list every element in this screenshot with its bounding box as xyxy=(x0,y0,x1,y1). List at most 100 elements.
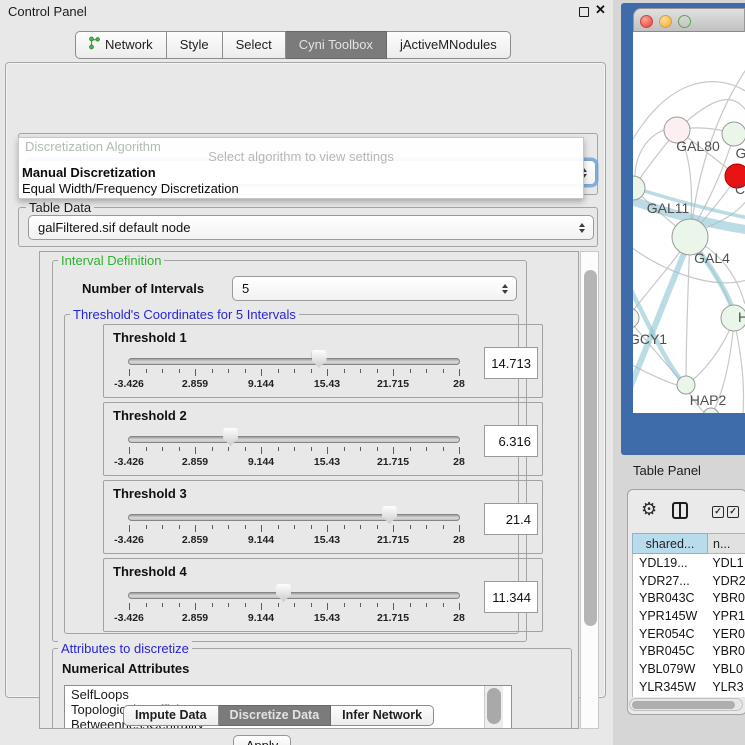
tab-cyni-toolbox[interactable]: Cyni Toolbox xyxy=(286,31,387,59)
network-edge xyxy=(734,320,744,413)
table-panel-title: Table Panel xyxy=(633,463,701,478)
zoom-traffic-icon[interactable] xyxy=(678,15,691,28)
algorithm-option-equal-width-frequency-discretization[interactable]: Equal Width/Frequency Discretization xyxy=(22,181,239,196)
number-of-intervals-combobox[interactable]: 5 xyxy=(232,276,517,301)
threshold-3-panel: Threshold 3 -3.4262.8599.14415.4321.71528… xyxy=(103,480,543,554)
tab-impute-data[interactable]: Impute Data xyxy=(123,705,219,726)
threshold-2-value[interactable]: 6.316 xyxy=(484,425,538,457)
threshold-1-value[interactable]: 14.713 xyxy=(484,347,538,379)
cell-name: YBR0 xyxy=(708,589,745,607)
network-node[interactable] xyxy=(722,122,745,146)
tab-select[interactable]: Select xyxy=(223,31,286,59)
minimize-traffic-icon[interactable] xyxy=(659,15,672,28)
network-window-titlebar[interactable] xyxy=(633,8,745,32)
column-header-shared[interactable]: shared... xyxy=(632,533,708,554)
table-row[interactable]: YIL052CYIL0 xyxy=(633,696,745,698)
combo-arrows-icon xyxy=(579,223,585,233)
threshold-4-slider[interactable] xyxy=(128,592,460,599)
node-label-c: C xyxy=(735,181,745,197)
tick-label: 28 xyxy=(453,378,465,390)
attributes-group-title: Attributes to discretize xyxy=(58,641,192,656)
network-node-gal11[interactable] xyxy=(633,176,645,200)
tab-style[interactable]: Style xyxy=(167,31,223,59)
slider-ticks: -3.4262.8599.14415.4321.71528 xyxy=(129,603,459,625)
tab-discretize-data[interactable]: Discretize Data xyxy=(219,705,332,726)
table-data-combobox[interactable]: galFiltered.sif default node xyxy=(28,215,594,240)
algorithm-dropdown-popup: Discretization Algorithm Select algorith… xyxy=(18,137,584,199)
tick-label: 15.43 xyxy=(314,378,340,390)
cell-name: YPR1 xyxy=(708,607,745,625)
cell-shared-name: YBL079W xyxy=(633,660,708,678)
cell-name: YBL0 xyxy=(708,660,745,678)
threshold-3-slider[interactable] xyxy=(128,514,460,521)
threshold-4-thumb[interactable] xyxy=(276,584,291,602)
tick-label: 28 xyxy=(453,612,465,624)
column-layout-icon[interactable] xyxy=(672,502,688,519)
slider-ticks: -3.4262.8599.14415.4321.71528 xyxy=(129,525,459,547)
threshold-4-value[interactable]: 11.344 xyxy=(484,581,538,613)
tick-label: 28 xyxy=(453,534,465,546)
slider-ticks: -3.4262.8599.14415.4321.71528 xyxy=(129,447,459,469)
apply-button[interactable]: Apply xyxy=(233,735,291,745)
table-hscrollbar[interactable] xyxy=(629,698,743,711)
network-canvas[interactable]: GAL80GAL11GAL4GCY1HAP2GHC xyxy=(633,32,745,413)
tab-infer-network[interactable]: Infer Network xyxy=(331,705,434,726)
settings-scrollbar[interactable] xyxy=(580,251,599,729)
checkbox-icon[interactable]: ✓ xyxy=(712,506,724,518)
float-window-icon[interactable] xyxy=(579,7,589,17)
checkbox-icon[interactable]: ✓ xyxy=(727,506,739,518)
threshold-2-thumb[interactable] xyxy=(223,428,238,446)
gear-icon[interactable]: ⚙ xyxy=(641,499,657,520)
algorithm-option-manual-discretization[interactable]: Manual Discretization xyxy=(22,165,156,180)
table-row[interactable]: YDL19...YDL1 xyxy=(633,554,745,572)
tick-label: -3.426 xyxy=(114,534,144,546)
threshold-label: Threshold 3 xyxy=(113,486,187,501)
node-label-g: G xyxy=(736,145,745,161)
threshold-3-thumb[interactable] xyxy=(382,506,397,524)
node-label-h: H xyxy=(738,309,745,325)
threshold-1-thumb[interactable] xyxy=(312,350,327,368)
cell-shared-name: YIL052C xyxy=(633,696,708,698)
table-row[interactable]: YDR27...YDR2 xyxy=(633,572,745,590)
threshold-label: Threshold 4 xyxy=(113,564,187,579)
tick-label: 9.144 xyxy=(248,456,274,468)
control-panel-titlebar: Control Panel ✕ xyxy=(0,0,613,22)
table-row[interactable]: YBR043CYBR0 xyxy=(633,589,745,607)
interval-definition-title: Interval Definition xyxy=(58,253,164,268)
table-data-value: galFiltered.sif default node xyxy=(38,220,190,235)
slider-ticks: -3.4262.8599.14415.4321.71528 xyxy=(129,369,459,391)
threshold-2-slider[interactable] xyxy=(128,436,460,443)
table-row[interactable]: YBL079WYBL0 xyxy=(633,660,745,678)
column-header-name[interactable]: n... xyxy=(708,533,745,554)
attribute-item-selfloops[interactable]: SelfLoops xyxy=(65,686,511,701)
algorithm-placeholder: Select algorithm to view settings xyxy=(19,149,583,164)
tick-label: 15.43 xyxy=(314,456,340,468)
cell-shared-name: YBR043C xyxy=(633,589,708,607)
panel-title: Control Panel xyxy=(8,4,87,19)
network-node[interactable] xyxy=(703,408,719,413)
close-icon[interactable]: ✕ xyxy=(595,2,606,18)
table-row[interactable]: YPR145WYPR1 xyxy=(633,607,745,625)
tick-label: 21.715 xyxy=(377,456,409,468)
threshold-label: Threshold 1 xyxy=(113,330,187,345)
table-row[interactable]: YER054CYER0 xyxy=(633,625,745,643)
table-row[interactable]: YLR345WYLR3 xyxy=(633,678,745,696)
cell-shared-name: YER054C xyxy=(633,625,708,643)
threshold-1-slider[interactable] xyxy=(128,358,460,365)
tick-label: 9.144 xyxy=(248,534,274,546)
tick-label: -3.426 xyxy=(114,378,144,390)
network-edge xyxy=(686,237,690,384)
tab-network[interactable]: Network xyxy=(75,31,167,59)
cell-shared-name: YDR27... xyxy=(633,572,708,590)
threshold-3-value[interactable]: 21.4 xyxy=(484,503,538,535)
node-label-gal11: GAL11 xyxy=(647,200,690,216)
tick-label: -3.426 xyxy=(114,456,144,468)
tick-label: 21.715 xyxy=(377,612,409,624)
tick-label: 2.859 xyxy=(182,456,208,468)
network-node-gcy1[interactable] xyxy=(633,308,639,328)
list-scrollbar[interactable] xyxy=(484,686,503,729)
tab-jactivemnodules[interactable]: jActiveMNodules xyxy=(387,31,511,59)
table-row[interactable]: YBR045CYBR0 xyxy=(633,642,745,660)
number-of-intervals-label: Number of Intervals xyxy=(82,281,204,296)
close-traffic-icon[interactable] xyxy=(640,15,653,28)
